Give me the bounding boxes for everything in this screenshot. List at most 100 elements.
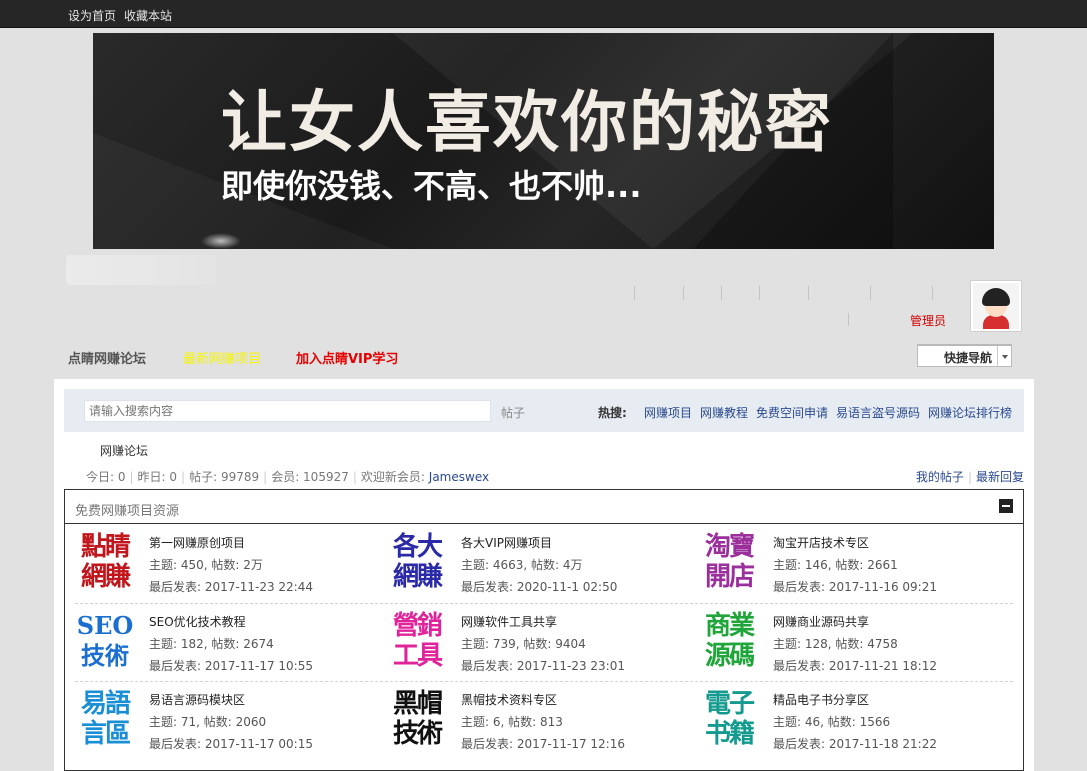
forum-last-post[interactable]: 最后发表: 2017-11-17 00:15: [149, 735, 313, 752]
breadcrumb[interactable]: 网赚论坛: [100, 442, 148, 459]
forum-last-post[interactable]: 最后发表: 2017-11-18 21:22: [773, 735, 937, 752]
forum-counts: 主题: 450, 帖数: 2万: [149, 558, 263, 572]
forum-last-post[interactable]: 最后发表: 2017-11-23 23:01: [461, 657, 625, 674]
forum-counts: 主题: 71, 帖数: 2060: [149, 715, 267, 729]
row-divider: [75, 603, 1013, 604]
forum-name-link[interactable]: SEO优化技术教程: [149, 613, 313, 630]
forum-item[interactable]: SEO 技術 SEO优化技术教程 主题: 182, 帖数: 2674 最后发表: 201…: [75, 611, 375, 689]
quick-nav-label: 快捷导航: [944, 351, 993, 365]
nav-vip-join[interactable]: 加入点睛VIP学习: [296, 348, 398, 367]
category-header: 免费网赚项目资源: [65, 490, 1023, 524]
forum-name-link[interactable]: 各大VIP网赚项目: [461, 534, 617, 551]
forum-name-link[interactable]: 黑帽技术资料专区: [461, 691, 625, 708]
quick-nav-dropdown[interactable]: 快捷导航: [917, 344, 1012, 367]
top-bar: 设为首页 收藏本站: [0, 0, 1087, 28]
stat-today: 今日: 0: [86, 470, 126, 484]
hot-search-link[interactable]: 免费空间申请: [756, 404, 828, 421]
site-logo[interactable]: [66, 255, 216, 285]
forum-info: SEO优化技术教程 主题: 182, 帖数: 2674 最后发表: 2017-11-…: [149, 613, 313, 674]
forum-name-link[interactable]: 网赚软件工具共享: [461, 613, 625, 630]
main-content: 帖子 热搜: 网赚项目 网赚教程 免费空间申请 易语言盗号源码 网赚论坛排行榜 …: [54, 379, 1034, 771]
forum-logo-line1: 商業: [704, 611, 755, 641]
user-role[interactable]: 管理员: [910, 312, 946, 329]
forum-info: 精品电子书分享区 主题: 46, 帖数: 1566 最后发表: 2017-11-18…: [773, 691, 937, 752]
forum-item[interactable]: 淘寶 開店 淘宝开店技术专区 主题: 146, 帖数: 2661 最后发表: 2017-…: [699, 532, 999, 610]
forum-logo[interactable]: 黑帽 技術: [387, 689, 447, 749]
forum-name-link[interactable]: 第一网赚原创项目: [149, 534, 313, 551]
forum-logo[interactable]: 淘寶 開店: [699, 532, 759, 592]
forum-item[interactable]: 營銷 工具 网赚软件工具共享 主题: 739, 帖数: 9404 最后发表: 2017-…: [387, 611, 687, 689]
hot-search-link[interactable]: 网赚项目: [644, 404, 692, 421]
hot-search-link[interactable]: 网赚论坛排行榜: [928, 404, 1012, 421]
forum-counts: 主题: 4663, 帖数: 4万: [461, 558, 583, 572]
forum-counts: 主题: 182, 帖数: 2674: [149, 637, 274, 651]
forum-logo[interactable]: SEO 技術: [75, 611, 135, 671]
forum-item[interactable]: 黑帽 技術 黑帽技术资料专区 主题: 6, 帖数: 813 最后发表: 2017-11-…: [387, 689, 687, 767]
forum-logo[interactable]: 點睛 網賺: [75, 532, 135, 592]
forum-info: 各大VIP网赚项目 主题: 4663, 帖数: 4万最后发表: 2020-11-1…: [461, 534, 617, 595]
user-links: 我的帖子 | 最新回复: [915, 470, 1024, 484]
row-divider: [75, 681, 1013, 682]
search-bar: 帖子 热搜: 网赚项目 网赚教程 免费空间申请 易语言盗号源码 网赚论坛排行榜: [64, 389, 1024, 432]
avatar-icon: [973, 283, 1019, 329]
chevron-down-icon[interactable]: [997, 346, 1011, 367]
forum-info: 网赚商业源码共享 主题: 128, 帖数: 4758 最后发表: 2017-11-2…: [773, 613, 937, 674]
forum-logo-line1: 電子: [704, 689, 755, 719]
user-divider: [848, 313, 849, 326]
forum-logo[interactable]: 易語 言區: [75, 689, 135, 749]
forum-info: 第一网赚原创项目 主题: 450, 帖数: 2万最后发表: 2017-11-23 …: [149, 534, 313, 595]
forum-logo-line1: 點睛: [80, 532, 131, 562]
nav-site-name[interactable]: 点睛网赚论坛: [68, 348, 146, 367]
nav-latest-projects[interactable]: 最新网赚项目: [183, 348, 261, 367]
forum-logo[interactable]: 商業 源碼: [699, 611, 759, 671]
forum-name-link[interactable]: 网赚商业源码共享: [773, 613, 937, 630]
forum-item[interactable]: 電子 书籍 精品电子书分享区 主题: 46, 帖数: 1566 最后发表: 2017-1…: [699, 689, 999, 767]
forum-logo-line1: 各大: [392, 532, 443, 562]
search-type-select[interactable]: 帖子: [501, 404, 525, 421]
forum-logo[interactable]: 營銷 工具: [387, 611, 447, 671]
forum-logo-line2: 技術: [81, 641, 129, 670]
my-posts-link[interactable]: 我的帖子: [916, 470, 964, 484]
forum-logo[interactable]: 各大 網賺: [387, 532, 447, 592]
forum-info: 黑帽技术资料专区 主题: 6, 帖数: 813 最后发表: 2017-11-17 1…: [461, 691, 625, 752]
forum-counts: 主题: 128, 帖数: 4758: [773, 637, 898, 651]
forum-item[interactable]: 易語 言區 易语言源码模块区 主题: 71, 帖数: 2060 最后发表: 2017-1…: [75, 689, 375, 767]
newest-member-link[interactable]: Jameswex: [429, 470, 489, 484]
forum-counts: 主题: 739, 帖数: 9404: [461, 637, 586, 651]
forum-name-link[interactable]: 易语言源码模块区: [149, 691, 313, 708]
category-title[interactable]: 免费网赚项目资源: [75, 500, 179, 519]
forum-counts: 主题: 46, 帖数: 1566: [773, 715, 891, 729]
forum-logo[interactable]: 電子 书籍: [699, 689, 759, 749]
forum-item[interactable]: 各大 網賺 各大VIP网赚项目 主题: 4663, 帖数: 4万最后发表: 2020-…: [387, 532, 687, 610]
forum-stats: 今日: 0 | 昨日: 0 | 帖子: 99789 | 会员: 105927 | 欢迎新会员: …: [86, 470, 490, 484]
forum-last-post[interactable]: 最后发表: 2020-11-1 02:50: [461, 578, 617, 595]
stat-members: 会员: 105927: [271, 470, 349, 484]
forum-info: 淘宝开店技术专区 主题: 146, 帖数: 2661 最后发表: 2017-11-1…: [773, 534, 937, 595]
hot-search-link[interactable]: 网赚教程: [700, 404, 748, 421]
banner-ad[interactable]: 让女人喜欢你的秘密 即使你没钱、不高、也不帅...: [93, 33, 994, 249]
search-input[interactable]: [84, 400, 491, 422]
forum-last-post[interactable]: 最后发表: 2017-11-16 09:21: [773, 578, 937, 595]
avatar[interactable]: [970, 280, 1022, 332]
stat-posts: 帖子: 99789: [189, 470, 260, 484]
forum-last-post[interactable]: 最后发表: 2017-11-17 12:16: [461, 735, 625, 752]
set-home-link[interactable]: 设为首页: [68, 7, 116, 24]
stat-welcome: 欢迎新会员:: [360, 470, 425, 484]
forum-last-post[interactable]: 最后发表: 2017-11-17 10:55: [149, 657, 313, 674]
forum-info: 易语言源码模块区 主题: 71, 帖数: 2060 最后发表: 2017-11-17…: [149, 691, 313, 752]
hot-search-link[interactable]: 易语言盗号源码: [836, 404, 920, 421]
forum-logo-line2: 源碼: [704, 641, 755, 671]
latest-replies-link[interactable]: 最新回复: [976, 470, 1024, 484]
forum-logo-line2: 言區: [80, 719, 131, 749]
collapse-icon[interactable]: [999, 499, 1013, 513]
forum-name-link[interactable]: 精品电子书分享区: [773, 691, 937, 708]
forum-logo-line1: 營銷: [392, 611, 443, 641]
forum-last-post[interactable]: 最后发表: 2017-11-21 18:12: [773, 657, 937, 674]
forum-item[interactable]: 點睛 網賺 第一网赚原创项目 主题: 450, 帖数: 2万 最后发表: 2017-11…: [75, 532, 375, 610]
forum-name-link[interactable]: 淘宝开店技术专区: [773, 534, 937, 551]
bookmark-link[interactable]: 收藏本站: [124, 7, 172, 24]
forum-item[interactable]: 商業 源碼 网赚商业源码共享 主题: 128, 帖数: 4758 最后发表: 2017-…: [699, 611, 999, 689]
forum-logo-line2: 開店: [704, 562, 755, 592]
forum-last-post[interactable]: 最后发表: 2017-11-23 22:44: [149, 578, 313, 595]
forum-logo-line2: 網賺: [80, 562, 131, 592]
